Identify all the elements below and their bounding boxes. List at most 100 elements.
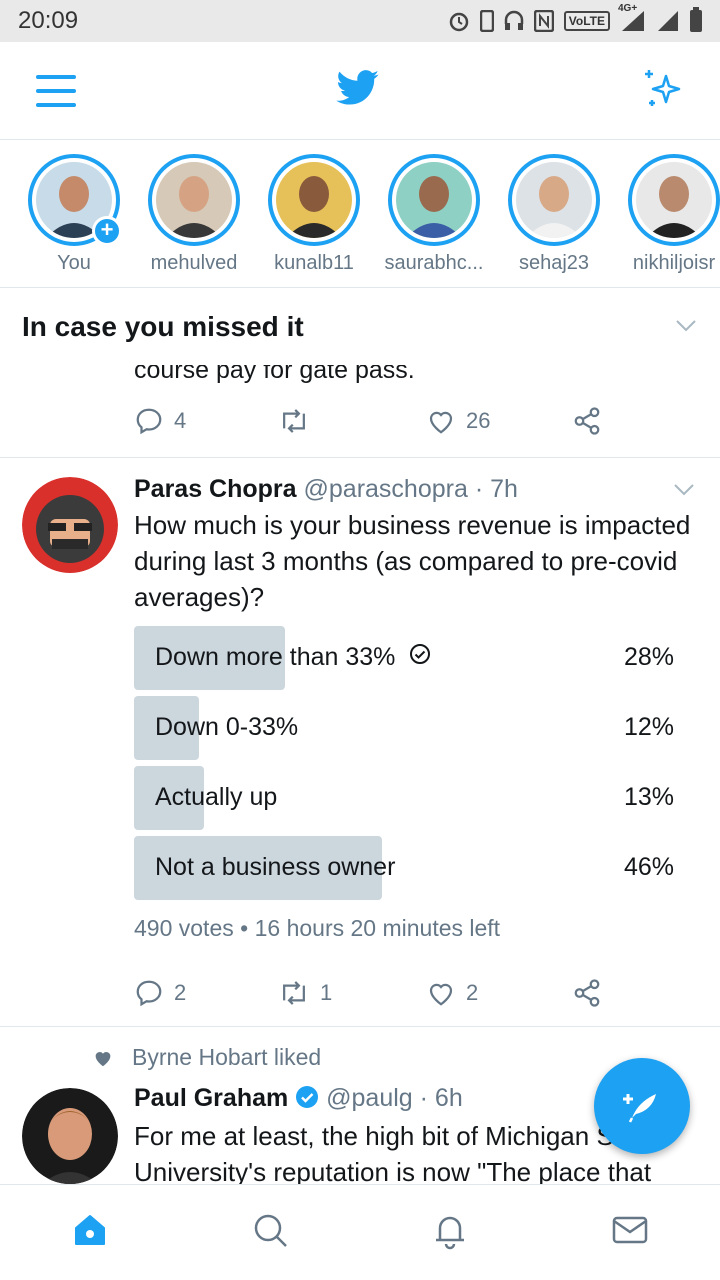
avatar xyxy=(156,162,232,238)
nfc-icon xyxy=(533,10,554,32)
poll-option-label: Down 0-33% xyxy=(155,713,299,741)
fleet-ring xyxy=(628,154,720,246)
verified-badge-icon xyxy=(295,1085,319,1116)
share-button[interactable] xyxy=(572,978,602,1008)
icymi-header[interactable]: In case you missed it xyxy=(0,289,720,365)
reply-icon xyxy=(136,408,162,435)
share-button[interactable] xyxy=(572,406,602,436)
messages-mail-icon[interactable] xyxy=(610,1210,650,1255)
fleet-name: mehulved xyxy=(150,252,238,274)
check-circle-icon xyxy=(409,643,431,672)
tweet-time: · 6h xyxy=(419,1084,463,1112)
fleet-item[interactable]: sehaj23 xyxy=(494,140,614,287)
reply-icon xyxy=(136,980,162,1007)
status-time: 20:09 xyxy=(18,7,79,34)
alarm-icon xyxy=(448,10,470,32)
avatar xyxy=(396,162,472,238)
retweet-button[interactable] xyxy=(278,406,320,436)
fleet-ring xyxy=(148,154,240,246)
fleet-item[interactable]: nikhiljoisr xyxy=(614,140,720,287)
avatar xyxy=(516,162,592,238)
social-context: Byrne Hobart liked xyxy=(92,1044,321,1071)
poll-option-label: Not a business owner xyxy=(155,853,396,881)
poll-option-label-wrap: Not a business owner xyxy=(155,853,395,882)
share-icon xyxy=(574,407,600,435)
add-fleet-icon[interactable]: + xyxy=(92,216,122,246)
compose-tweet-button[interactable] xyxy=(594,1058,690,1154)
poll-option-percent: 13% xyxy=(623,783,674,811)
liked-by-text[interactable]: Byrne Hobart liked xyxy=(132,1044,321,1071)
fleet-item[interactable]: kunalb11 xyxy=(254,140,374,287)
fleet-ring xyxy=(388,154,480,246)
avatar xyxy=(276,162,352,238)
author-avatar[interactable] xyxy=(22,477,118,573)
poll-option-percent: 28% xyxy=(623,643,674,671)
fleet-ring: + xyxy=(28,154,122,246)
poll-votes: 490 votes xyxy=(134,915,234,941)
fleet-item[interactable]: mehulved xyxy=(134,140,254,287)
retweet-count: 1 xyxy=(320,980,333,1005)
share-icon xyxy=(574,979,600,1007)
notifications-bell-icon[interactable] xyxy=(430,1210,470,1255)
heart-icon xyxy=(429,983,453,1006)
battery-icon xyxy=(690,7,702,32)
poll-option-label-wrap: Actually up xyxy=(155,783,277,812)
poll-meta: 490 votes • 16 hours 20 minutes left xyxy=(134,915,501,941)
tweet-text: How much is your business revenue is imp… xyxy=(134,510,691,612)
poll-option-label: Down more than 33% xyxy=(155,643,396,671)
tweet-time: · 7h xyxy=(474,475,518,503)
reply-count: 4 xyxy=(174,408,187,433)
tweet-header: Paul Graham @paulg · 6h xyxy=(134,1084,463,1116)
compose-quill-icon xyxy=(623,1094,656,1123)
poll-option-percent: 12% xyxy=(623,713,674,741)
like-button[interactable]: 26 xyxy=(426,406,490,436)
icymi-title: In case you missed it xyxy=(22,311,304,342)
volte-badge: VoLTE xyxy=(563,11,610,31)
home-icon[interactable] xyxy=(70,1210,110,1255)
poll-option: Not a business owner 46% xyxy=(134,836,674,900)
author-avatar[interactable] xyxy=(22,1088,118,1184)
bottom-nav xyxy=(0,1184,720,1280)
fleet-ring xyxy=(268,154,360,246)
like-count: 26 xyxy=(466,408,491,433)
like-count: 2 xyxy=(466,980,479,1005)
fleet-item[interactable]: saurabhc... xyxy=(374,140,494,287)
reply-count: 2 xyxy=(174,980,187,1005)
sparkle-icon[interactable] xyxy=(640,66,684,115)
signal2-icon xyxy=(656,9,680,33)
heart-filled-icon xyxy=(95,1051,111,1066)
retweet-button[interactable]: 1 xyxy=(278,978,332,1008)
author-handle[interactable]: @paraschopra xyxy=(304,475,468,503)
fleet-name: kunalb11 xyxy=(274,252,354,274)
poll-option-percent: 46% xyxy=(623,853,674,881)
fleet-name: saurabhc... xyxy=(384,252,484,274)
poll-option: Actually up 13% xyxy=(134,766,674,830)
reply-button[interactable]: 2 xyxy=(134,978,186,1008)
chevron-down-icon[interactable] xyxy=(674,313,698,342)
tweet-header: Paras Chopra @paraschopra · 7h xyxy=(134,475,518,504)
retweet-icon xyxy=(283,981,305,1005)
chevron-down-icon[interactable] xyxy=(672,477,696,506)
status-bar: 20:09 VoLTE 4G+ xyxy=(0,0,720,42)
avatar xyxy=(636,162,712,238)
like-button[interactable]: 2 xyxy=(426,978,478,1008)
poll-tweet[interactable]: Paras Chopra @paraschopra · 7h How much … xyxy=(0,459,720,1027)
reply-button[interactable]: 4 xyxy=(134,406,186,436)
author-name[interactable]: Paras Chopra xyxy=(134,475,297,503)
twitter-logo-icon[interactable] xyxy=(336,70,380,111)
fleet-item[interactable]: + You xyxy=(14,140,134,287)
search-icon[interactable] xyxy=(250,1210,290,1255)
poll-option: Down 0-33% 12% xyxy=(134,696,674,760)
phone-icon xyxy=(479,10,494,32)
author-handle[interactable]: @paulg xyxy=(326,1084,413,1112)
poll-option-label: Actually up xyxy=(155,783,278,811)
fleet-name: You xyxy=(57,252,91,274)
poll-time-left: 16 hours 20 minutes left xyxy=(254,915,501,941)
poll-option-label-wrap: Down 0-33% xyxy=(155,713,298,742)
headset-icon xyxy=(504,10,524,32)
retweet-icon xyxy=(283,409,305,433)
fleet-name: nikhiljoisr xyxy=(632,252,716,274)
author-name[interactable]: Paul Graham xyxy=(134,1084,288,1112)
heart-icon xyxy=(429,411,453,434)
menu-icon[interactable] xyxy=(36,74,76,107)
